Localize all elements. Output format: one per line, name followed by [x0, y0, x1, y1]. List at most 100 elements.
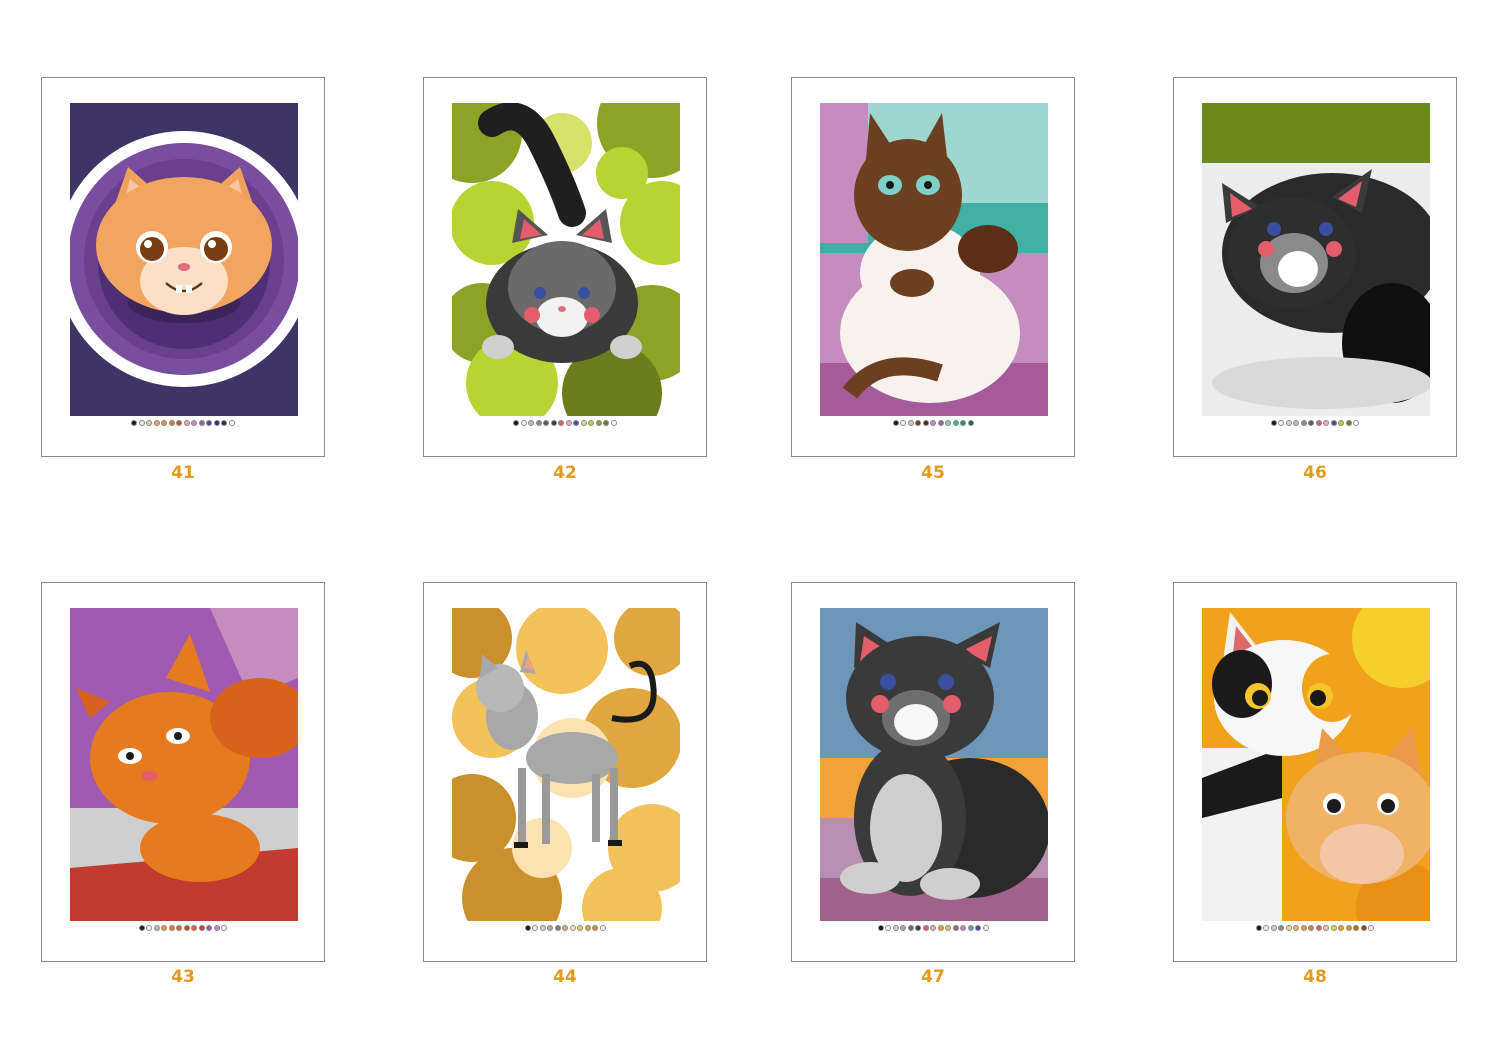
- color-swatch: [161, 420, 168, 426]
- color-swatch: [892, 925, 899, 931]
- color-swatch: [554, 925, 561, 931]
- color-swatch: [1338, 925, 1345, 931]
- color-swatch: [221, 420, 228, 426]
- color-swatch: [1323, 925, 1330, 931]
- color-swatch: [131, 420, 138, 426]
- color-swatch: [900, 925, 906, 931]
- color-swatch: [1270, 925, 1277, 931]
- color-swatch: [1330, 925, 1337, 931]
- color-swatch: [577, 925, 583, 931]
- color-swatch: [176, 420, 183, 426]
- color-swatch: [1293, 420, 1300, 426]
- color-swatch: [539, 925, 546, 931]
- color-swatch: [543, 420, 550, 426]
- color-swatch: [1293, 925, 1300, 931]
- color-swatch: [592, 925, 598, 931]
- color-swatch: [930, 925, 936, 931]
- coloring-page-card[interactable]: [1173, 582, 1457, 962]
- color-palette: [42, 925, 324, 933]
- color-swatch: [213, 925, 220, 931]
- color-swatch: [945, 925, 951, 931]
- color-swatch: [183, 420, 190, 426]
- color-swatch: [584, 925, 591, 931]
- page-number: 44: [553, 967, 577, 987]
- color-swatch: [153, 925, 160, 931]
- color-swatch: [580, 420, 587, 426]
- color-swatch: [153, 420, 160, 426]
- color-swatch: [975, 925, 981, 931]
- color-swatch: [1300, 420, 1307, 426]
- color-swatch: [967, 420, 974, 426]
- color-swatch: [1338, 420, 1345, 426]
- color-swatch: [1285, 420, 1292, 426]
- color-swatch: [138, 925, 145, 931]
- color-swatch: [1285, 925, 1292, 931]
- color-swatch: [198, 420, 205, 426]
- color-swatch: [610, 420, 617, 426]
- color-swatch: [945, 420, 951, 426]
- color-swatch: [915, 420, 921, 426]
- color-swatch: [535, 420, 542, 426]
- coloring-page-card[interactable]: [41, 582, 325, 962]
- color-swatch: [1308, 420, 1315, 426]
- coloring-page-card[interactable]: [423, 582, 707, 962]
- page-number: 47: [921, 967, 945, 987]
- color-swatch: [960, 925, 966, 931]
- color-swatch: [1278, 925, 1285, 931]
- color-swatch: [191, 420, 198, 426]
- color-swatch: [221, 925, 228, 931]
- color-swatch: [588, 420, 595, 426]
- color-swatch: [228, 420, 235, 426]
- color-swatch: [520, 420, 527, 426]
- color-swatch: [213, 420, 220, 426]
- color-swatch: [1323, 420, 1330, 426]
- color-swatch: [877, 925, 884, 931]
- coloring-page-card[interactable]: [41, 77, 325, 457]
- cat-illustration: [1202, 103, 1430, 416]
- color-swatch: [1315, 925, 1322, 931]
- color-swatch: [1315, 420, 1322, 426]
- color-swatch: [960, 420, 966, 426]
- color-swatch: [1368, 925, 1375, 931]
- color-palette: [792, 925, 1074, 933]
- color-swatch: [930, 420, 936, 426]
- color-swatch: [138, 420, 145, 426]
- coloring-page-card[interactable]: [423, 77, 707, 457]
- cat-illustration: [452, 608, 680, 921]
- color-swatch: [528, 420, 535, 426]
- color-swatch: [206, 925, 213, 931]
- color-swatch: [937, 420, 944, 426]
- color-swatch: [168, 420, 175, 426]
- color-palette: [1174, 925, 1456, 933]
- color-swatch: [562, 925, 568, 931]
- coloring-page-card[interactable]: [1173, 77, 1457, 457]
- color-swatch: [569, 925, 576, 931]
- color-palette: [792, 420, 1074, 428]
- page-number: 48: [1303, 967, 1327, 987]
- color-swatch: [547, 925, 553, 931]
- color-swatch: [937, 925, 944, 931]
- color-swatch: [1308, 925, 1315, 931]
- page-number: 42: [553, 463, 577, 483]
- color-swatch: [183, 925, 190, 931]
- color-swatch: [1345, 420, 1352, 426]
- cat-illustration: [1202, 608, 1430, 921]
- color-swatch: [1360, 925, 1367, 931]
- color-swatch: [915, 925, 921, 931]
- cat-illustration: [70, 608, 298, 921]
- color-swatch: [558, 420, 565, 426]
- cat-illustration: [70, 103, 298, 416]
- color-swatch: [885, 925, 891, 931]
- coloring-page-card[interactable]: [791, 77, 1075, 457]
- color-swatch: [176, 925, 183, 931]
- cat-illustration: [820, 103, 1048, 416]
- color-swatch: [982, 925, 989, 931]
- color-swatch: [206, 420, 213, 426]
- color-swatch: [191, 925, 198, 931]
- page-number: 46: [1303, 463, 1327, 483]
- color-palette: [424, 420, 706, 428]
- coloring-page-card[interactable]: [791, 582, 1075, 962]
- color-swatch: [550, 420, 557, 426]
- color-swatch: [1353, 925, 1360, 931]
- color-swatch: [952, 925, 959, 931]
